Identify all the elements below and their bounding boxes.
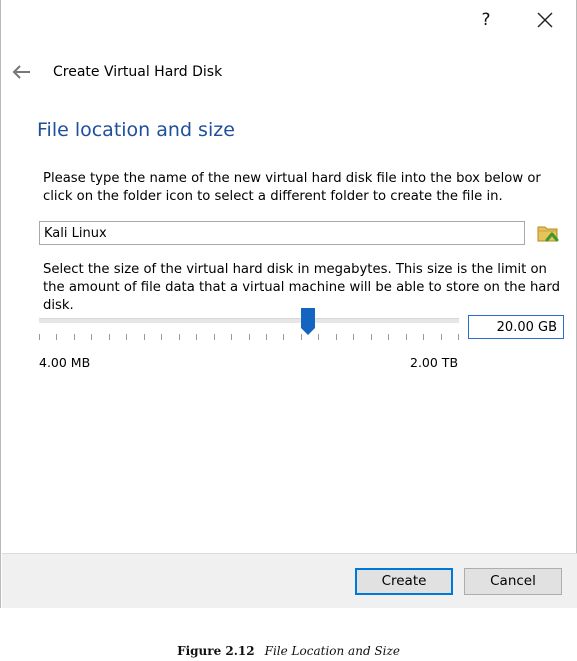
- slider-tick: [109, 334, 110, 340]
- slider-tick: [196, 334, 197, 340]
- slider-track: [39, 318, 459, 323]
- slider-tick: [283, 334, 284, 340]
- slider-tick: [406, 334, 407, 340]
- figure-caption: Figure 2.12 File Location and Size: [0, 644, 577, 658]
- slider-tick: [266, 334, 267, 340]
- disk-size-slider[interactable]: [39, 306, 459, 346]
- slider-max-label: 2.00 TB: [410, 355, 459, 370]
- slider-tick: [458, 334, 459, 340]
- cancel-button[interactable]: Cancel: [464, 568, 562, 595]
- slider-tick: [179, 334, 180, 340]
- close-icon: [537, 12, 553, 28]
- slider-tick: [56, 334, 57, 340]
- slider-tick: [231, 334, 232, 340]
- folder-icon: [537, 226, 559, 242]
- slider-tick: [336, 334, 337, 340]
- back-arrow-icon: [12, 65, 30, 79]
- slider-tick: [249, 334, 250, 340]
- disk-size-input[interactable]: [468, 315, 564, 339]
- figure-label: Figure 2.12: [177, 644, 255, 658]
- help-button[interactable]: ?: [476, 10, 496, 32]
- slider-tick: [441, 334, 442, 340]
- slider-tick: [91, 334, 92, 340]
- file-location-input[interactable]: [39, 221, 525, 245]
- location-description: Please type the name of the new virtual …: [43, 171, 541, 204]
- slider-tick: [214, 334, 215, 340]
- back-button[interactable]: [11, 63, 33, 81]
- wizard-title: Create Virtual Hard Disk: [53, 64, 223, 80]
- slider-tick: [353, 334, 354, 340]
- slider-tick: [371, 334, 372, 340]
- slider-tick: [144, 334, 145, 340]
- slider-tick: [301, 334, 302, 340]
- figure-caption-text: File Location and Size: [264, 644, 400, 658]
- slider-min-label: 4.00 MB: [39, 355, 91, 370]
- page-title: File location and size: [37, 119, 235, 141]
- slider-tick: [318, 334, 319, 340]
- create-virtual-hard-disk-dialog: ? Create Virtual Hard Disk File location…: [0, 0, 577, 608]
- slider-tick: [39, 334, 40, 340]
- slider-tick: [74, 334, 75, 340]
- slider-thumb[interactable]: [301, 308, 315, 336]
- dialog-footer: Create Cancel: [2, 553, 577, 608]
- slider-tick: [161, 334, 162, 340]
- close-button[interactable]: [533, 8, 557, 32]
- slider-tick: [388, 334, 389, 340]
- create-button[interactable]: Create: [355, 568, 453, 595]
- choose-folder-button[interactable]: [536, 221, 560, 245]
- slider-tick: [126, 334, 127, 340]
- slider-tick: [423, 334, 424, 340]
